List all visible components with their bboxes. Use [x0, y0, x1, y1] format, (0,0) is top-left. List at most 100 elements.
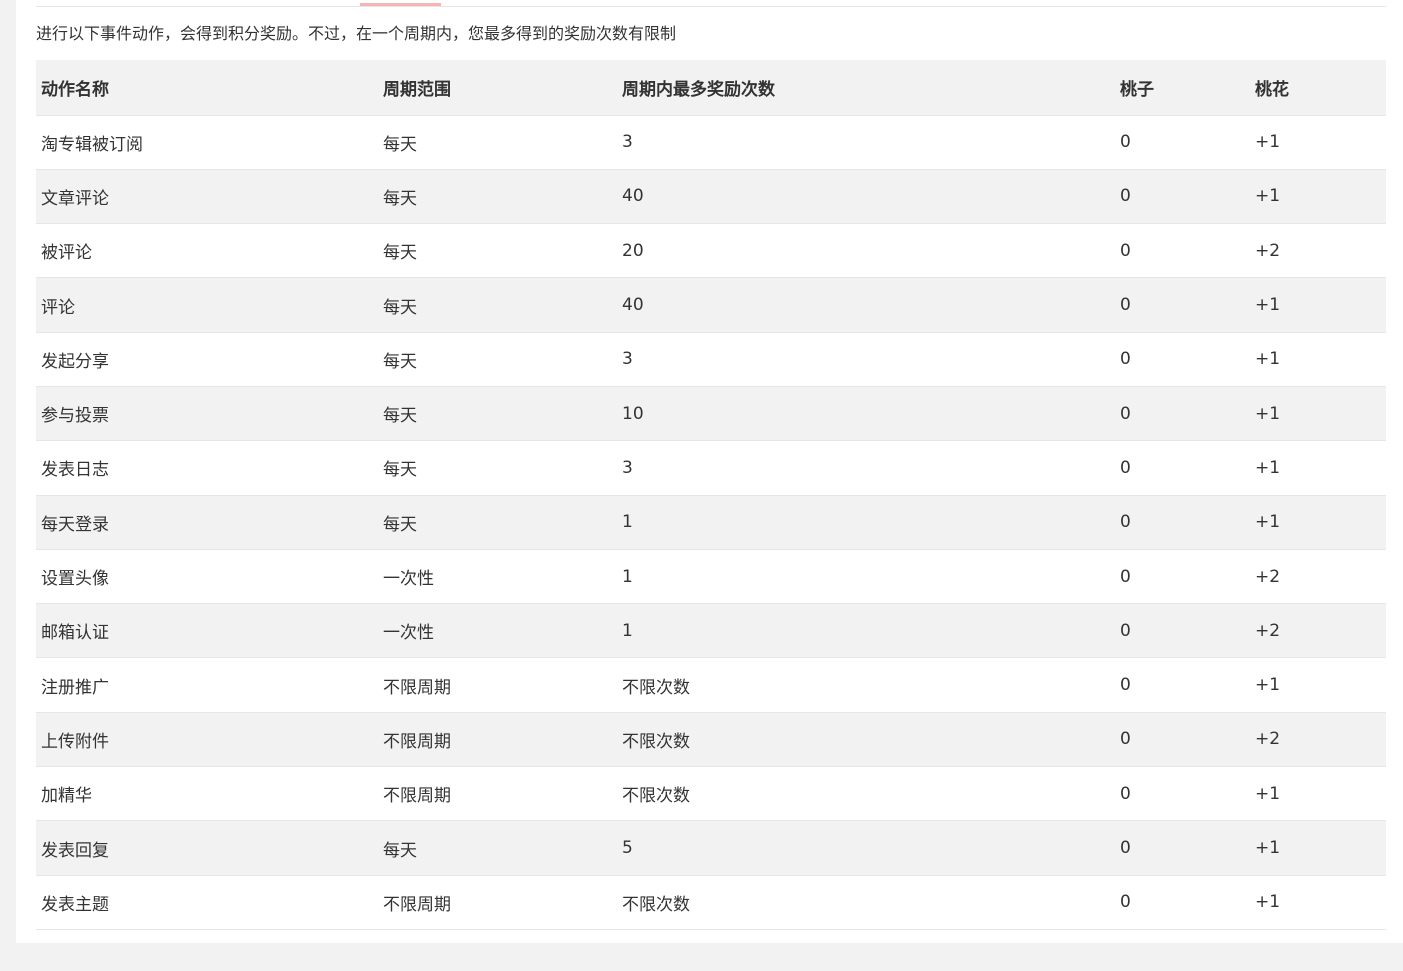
cell-max-rewards: 3 — [617, 115, 1115, 170]
cell-period: 每天 — [378, 169, 617, 225]
cell-action-name: 文章评论 — [36, 169, 378, 225]
header-action-name: 动作名称 — [36, 60, 378, 116]
cell-action-name: 发起分享 — [36, 332, 378, 387]
header-peach-blossom: 桃花 — [1250, 60, 1386, 116]
cell-max-rewards: 5 — [617, 820, 1115, 876]
cell-period: 每天 — [378, 223, 617, 279]
cell-peach: 0 — [1115, 712, 1250, 768]
cell-max-rewards: 不限次数 — [617, 766, 1115, 822]
table-row: 被评论 每天 20 0 +2 — [36, 223, 1386, 279]
cell-peach-blossom: +1 — [1250, 820, 1386, 876]
cell-period: 不限周期 — [378, 712, 617, 768]
header-period: 周期范围 — [378, 60, 617, 116]
table-row: 淘专辑被订阅 每天 3 0 +1 — [36, 115, 1386, 170]
cell-period: 每天 — [378, 820, 617, 876]
active-tab-indicator — [360, 3, 441, 6]
table-row: 发表日志 每天 3 0 +1 — [36, 440, 1386, 496]
cell-peach-blossom: +2 — [1250, 549, 1386, 605]
cell-action-name: 被评论 — [36, 223, 378, 279]
cell-peach-blossom: +1 — [1250, 332, 1386, 387]
cell-action-name: 上传附件 — [36, 712, 378, 768]
cell-period: 每天 — [378, 332, 617, 387]
cell-period: 不限周期 — [378, 657, 617, 713]
cell-max-rewards: 不限次数 — [617, 657, 1115, 713]
cell-max-rewards: 不限次数 — [617, 712, 1115, 768]
cell-peach-blossom: +1 — [1250, 440, 1386, 496]
tab-bar-divider — [36, 6, 1386, 7]
cell-peach: 0 — [1115, 115, 1250, 170]
table-row: 邮箱认证 一次性 1 0 +2 — [36, 603, 1386, 659]
credit-rules-table: 动作名称 周期范围 周期内最多奖励次数 桃子 桃花 淘专辑被订阅 每天 3 0 +1 文章… — [36, 60, 1386, 930]
cell-peach: 0 — [1115, 169, 1250, 225]
table-row: 设置头像 一次性 1 0 +2 — [36, 549, 1386, 605]
cell-peach-blossom: +1 — [1250, 169, 1386, 225]
table-row: 参与投票 每天 10 0 +1 — [36, 386, 1386, 442]
cell-period: 每天 — [378, 115, 617, 170]
cell-peach-blossom: +1 — [1250, 495, 1386, 550]
cell-period: 一次性 — [378, 603, 617, 659]
cell-peach-blossom: +2 — [1250, 223, 1386, 279]
cell-max-rewards: 1 — [617, 603, 1115, 659]
cell-max-rewards: 10 — [617, 386, 1115, 442]
table-row: 注册推广 不限周期 不限次数 0 +1 — [36, 657, 1386, 713]
cell-peach: 0 — [1115, 875, 1250, 930]
cell-action-name: 评论 — [36, 277, 378, 333]
cell-peach-blossom: +1 — [1250, 766, 1386, 822]
cell-action-name: 设置头像 — [36, 549, 378, 605]
cell-peach-blossom: +1 — [1250, 115, 1386, 170]
table-row: 评论 每天 40 0 +1 — [36, 277, 1386, 333]
cell-peach: 0 — [1115, 820, 1250, 876]
table-row: 发表主题 不限周期 不限次数 0 +1 — [36, 875, 1386, 930]
cell-peach-blossom: +1 — [1250, 657, 1386, 713]
cell-max-rewards: 1 — [617, 495, 1115, 550]
cell-action-name: 淘专辑被订阅 — [36, 115, 378, 170]
header-max-rewards: 周期内最多奖励次数 — [617, 60, 1115, 116]
cell-action-name: 参与投票 — [36, 386, 378, 442]
table-row: 上传附件 不限周期 不限次数 0 +2 — [36, 712, 1386, 768]
cell-peach: 0 — [1115, 495, 1250, 550]
cell-action-name: 加精华 — [36, 766, 378, 822]
cell-peach: 0 — [1115, 657, 1250, 713]
cell-max-rewards: 3 — [617, 332, 1115, 387]
cell-period: 不限周期 — [378, 766, 617, 822]
cell-period: 每天 — [378, 386, 617, 442]
cell-peach-blossom: +2 — [1250, 603, 1386, 659]
cell-action-name: 注册推广 — [36, 657, 378, 713]
cell-action-name: 邮箱认证 — [36, 603, 378, 659]
table-header-row: 动作名称 周期范围 周期内最多奖励次数 桃子 桃花 — [36, 60, 1386, 116]
cell-max-rewards: 不限次数 — [617, 875, 1115, 930]
cell-action-name: 发表日志 — [36, 440, 378, 496]
cell-peach-blossom: +1 — [1250, 277, 1386, 333]
cell-period: 每天 — [378, 277, 617, 333]
cell-peach: 0 — [1115, 440, 1250, 496]
cell-max-rewards: 40 — [617, 169, 1115, 225]
cell-action-name: 每天登录 — [36, 495, 378, 550]
cell-max-rewards: 20 — [617, 223, 1115, 279]
cell-peach: 0 — [1115, 603, 1250, 659]
credit-rules-intro: 进行以下事件动作，会得到积分奖励。不过，在一个周期内，您最多得到的奖励次数有限制 — [36, 24, 677, 43]
cell-peach: 0 — [1115, 332, 1250, 387]
cell-peach: 0 — [1115, 386, 1250, 442]
table-row: 发起分享 每天 3 0 +1 — [36, 332, 1386, 387]
cell-action-name: 发表回复 — [36, 820, 378, 876]
table-row: 发表回复 每天 5 0 +1 — [36, 820, 1386, 876]
cell-peach-blossom: +1 — [1250, 386, 1386, 442]
cell-period: 每天 — [378, 440, 617, 496]
cell-peach-blossom: +1 — [1250, 875, 1386, 930]
cell-max-rewards: 40 — [617, 277, 1115, 333]
cell-period: 不限周期 — [378, 875, 617, 930]
cell-peach: 0 — [1115, 766, 1250, 822]
table-row: 加精华 不限周期 不限次数 0 +1 — [36, 766, 1386, 822]
table-row: 每天登录 每天 1 0 +1 — [36, 495, 1386, 550]
cell-peach: 0 — [1115, 549, 1250, 605]
cell-period: 一次性 — [378, 549, 617, 605]
cell-peach-blossom: +2 — [1250, 712, 1386, 768]
cell-max-rewards: 1 — [617, 549, 1115, 605]
cell-peach: 0 — [1115, 223, 1250, 279]
cell-max-rewards: 3 — [617, 440, 1115, 496]
credit-rules-panel: 进行以下事件动作，会得到积分奖励。不过，在一个周期内，您最多得到的奖励次数有限制… — [16, 0, 1403, 943]
cell-period: 每天 — [378, 495, 617, 550]
cell-peach: 0 — [1115, 277, 1250, 333]
header-peach: 桃子 — [1115, 60, 1250, 116]
table-row: 文章评论 每天 40 0 +1 — [36, 169, 1386, 225]
